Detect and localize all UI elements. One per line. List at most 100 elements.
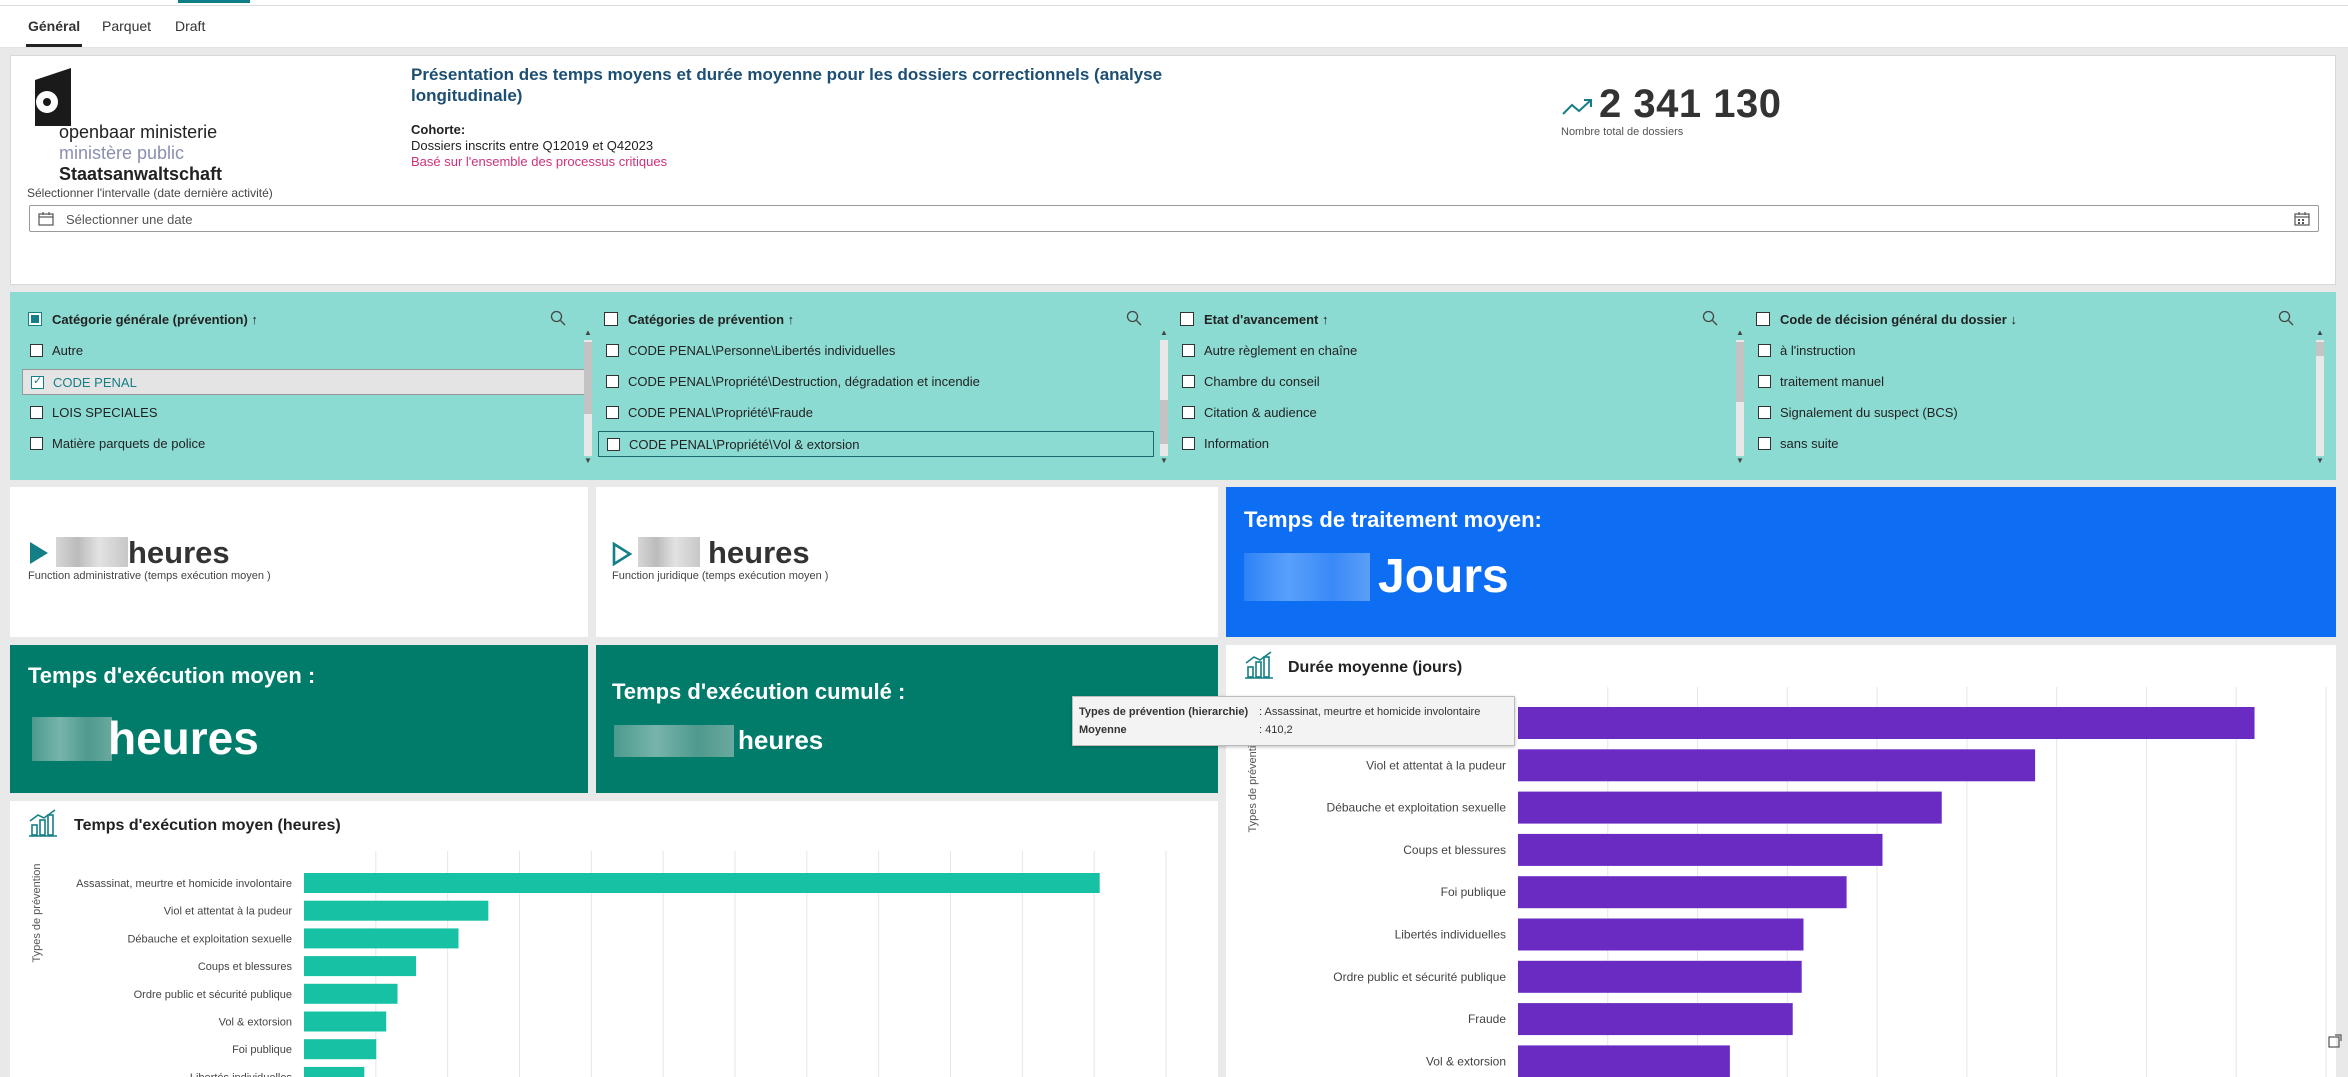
card-exec-time: Temps d'exécution moyen : heures (10, 645, 588, 793)
checkbox[interactable] (606, 375, 619, 388)
option-label: LOIS SPECIALES (52, 405, 158, 420)
bar (1518, 1003, 1793, 1036)
filter-option-selected[interactable]: CODE PENAL (22, 369, 590, 395)
bar (1518, 749, 2036, 782)
bar-chart: Types de prévention Assassinat, meurtre e… (31, 851, 1167, 1077)
checkbox[interactable] (1758, 406, 1771, 419)
date-picker-input[interactable]: Sélectionner une date (29, 205, 2319, 232)
tab-draft[interactable]: Draft (175, 18, 205, 34)
card-admin-time: heures Function administrative (temps ex… (10, 487, 588, 637)
checkbox[interactable] (1758, 344, 1771, 357)
admin-label: Function administrative (temps exécution… (28, 570, 271, 582)
checkbox[interactable] (30, 437, 43, 450)
checkbox[interactable] (607, 438, 620, 451)
calendar-range-icon[interactable] (2294, 212, 2310, 226)
filter-option[interactable]: CODE PENAL\Personne\Libertés individuell… (598, 338, 1138, 364)
filter-option[interactable]: Autre (22, 338, 562, 364)
option-label: CODE PENAL (53, 375, 137, 390)
category-label: Ordre public et sécurité publique (134, 989, 292, 1001)
tab-general[interactable]: Général (25, 18, 83, 47)
filter-option[interactable]: sans suite (1750, 431, 2290, 457)
card-treatment-time: Temps de traitement moyen: Jours (1226, 487, 2336, 637)
select-all-checkbox[interactable] (604, 312, 618, 326)
select-all-checkbox[interactable] (28, 312, 42, 326)
filter-option[interactable]: Autre règlement en chaîne (1174, 338, 1714, 364)
category-label: Libertés individuelles (190, 1072, 293, 1077)
checkbox[interactable] (30, 344, 43, 357)
bar (304, 1039, 377, 1060)
select-all-checkbox[interactable] (1756, 312, 1770, 326)
option-label: CODE PENAL\Propriété\Destruction, dégrad… (628, 374, 980, 389)
filter-option[interactable]: traitement manuel (1750, 369, 2290, 395)
category-label: Viol et attentat à la pudeur (1366, 758, 1506, 772)
blurred-value (32, 717, 112, 761)
y-axis-title: Types de prévention (1247, 733, 1259, 832)
exec-title: Temps d'exécution moyen : (28, 663, 316, 688)
tab-parquet[interactable]: Parquet (102, 18, 151, 34)
logo-line-3: Staatsanwaltschaft (59, 164, 223, 184)
search-icon[interactable] (1702, 310, 1718, 326)
trend-up-icon (1562, 99, 1592, 115)
total-label: Nombre total de dossiers (1561, 126, 1684, 138)
checkbox[interactable] (1182, 344, 1195, 357)
tooltip-value: : Assassinat, meurtre et homicide involo… (1259, 706, 1481, 718)
category-label: Débauche et exploitation sexuelle (1327, 801, 1507, 815)
jur-unit: heures (708, 535, 810, 570)
checkbox[interactable] (1758, 437, 1771, 450)
treatment-unit: Jours (1378, 550, 1509, 603)
bar (304, 983, 398, 1004)
chart-title: Durée moyenne (jours) (1288, 659, 1463, 676)
checkbox[interactable] (1182, 375, 1195, 388)
filter-option[interactable]: Matière parquets de police (22, 431, 562, 457)
checkbox[interactable] (606, 406, 619, 419)
checkbox[interactable] (1182, 437, 1195, 450)
filter-option[interactable]: CODE PENAL\Propriété\Destruction, dégrad… (598, 369, 1138, 395)
filter-etat-avancement: Etat d'avancement ↑ Autre règlement en c… (1162, 292, 1744, 480)
expand-icon[interactable] (2328, 1034, 2342, 1048)
exec-unit: heures (108, 712, 259, 764)
chart-title: Temps d'exécution moyen (heures) (74, 817, 341, 834)
filter-option[interactable]: LOIS SPECIALES (22, 400, 562, 426)
select-all-checkbox[interactable] (1180, 312, 1194, 326)
filter-title: Code de décision général du dossier ↓ (1780, 312, 2017, 327)
cohort-text: Dossiers inscrits entre Q12019 et Q42023 (411, 138, 654, 153)
filter-option-focused[interactable]: CODE PENAL\Propriété\Vol & extorsion (598, 431, 1154, 457)
filter-option[interactable]: Signalement du suspect (BCS) (1750, 400, 2290, 426)
scrollbar[interactable]: ▲ ▼ (2314, 328, 2326, 468)
header-panel: openbaar ministerie ministère public Sta… (10, 55, 2336, 285)
blurred-value (56, 537, 128, 567)
checkbox[interactable] (606, 344, 619, 357)
bar (304, 873, 1100, 893)
filter-categories-prevention: Catégories de prévention ↑ CODE PENAL\Pe… (586, 292, 1168, 480)
option-label: sans suite (1780, 436, 1839, 451)
logo-mark-icon (35, 68, 71, 126)
filter-option[interactable]: Information (1174, 431, 1714, 457)
bar (1518, 791, 1942, 824)
filter-option[interactable]: Chambre du conseil (1174, 369, 1714, 395)
filter-title: Catégories de prévention ↑ (628, 312, 795, 327)
filter-panel: Catégorie générale (prévention) ↑ Autre … (10, 292, 2336, 480)
logo: openbaar ministerie ministère public Sta… (27, 66, 267, 184)
checkbox[interactable] (30, 406, 43, 419)
date-placeholder: Sélectionner une date (66, 212, 193, 227)
category-label: Débauche et exploitation sexuelle (127, 933, 292, 945)
bar (304, 956, 417, 977)
filter-option[interactable]: Citation & audience (1174, 400, 1714, 426)
chart-tooltip: Types de prévention (hierarchie) : Assas… (1072, 696, 1515, 746)
checkbox[interactable] (1758, 375, 1771, 388)
calendar-icon (38, 212, 54, 226)
option-label: Autre règlement en chaîne (1204, 343, 1358, 358)
checkbox-checked[interactable] (31, 374, 44, 389)
search-icon[interactable] (1126, 310, 1142, 326)
category-label: Libertés individuelles (1395, 928, 1506, 942)
search-icon[interactable] (2278, 310, 2294, 326)
checkbox[interactable] (1182, 406, 1195, 419)
option-label: Matière parquets de police (52, 436, 206, 451)
category-label: Coups et blessures (1403, 843, 1506, 857)
option-label: Signalement du suspect (BCS) (1780, 405, 1958, 420)
admin-unit: heures (128, 535, 230, 570)
bar (1518, 833, 1883, 866)
search-icon[interactable] (550, 310, 566, 326)
filter-option[interactable]: à l'instruction (1750, 338, 2290, 364)
filter-option[interactable]: CODE PENAL\Propriété\Fraude (598, 400, 1138, 426)
